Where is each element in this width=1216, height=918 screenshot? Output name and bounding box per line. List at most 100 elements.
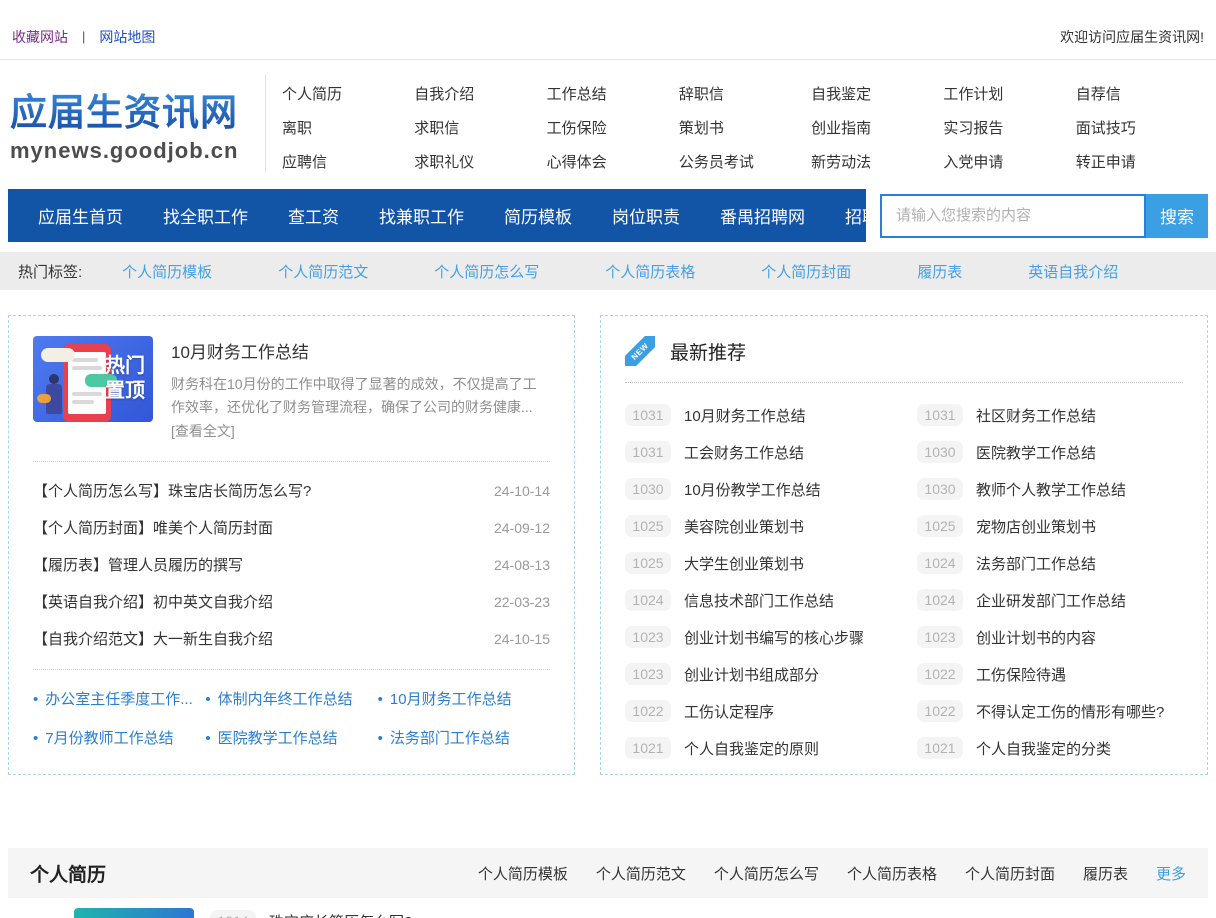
recommend-link[interactable]: 宠物店创业策划书 [976, 516, 1096, 537]
navbar-item[interactable]: 番禺招聘网 [700, 203, 825, 228]
recommend-link[interactable]: 教师个人教学工作总结 [976, 479, 1126, 500]
hot-tag-link[interactable]: 个人简历表格 [605, 261, 695, 282]
hot-top-thumbnail[interactable]: 热门 置顶 [33, 336, 153, 422]
header-category-link[interactable]: 实习报告 [943, 112, 1075, 146]
header-category-link[interactable]: 创业指南 [811, 112, 943, 146]
hot-tag-label: 热门标签: [18, 261, 82, 282]
item-number-badge: 1021 [917, 737, 963, 759]
header-category-link[interactable]: 自荐信 [1076, 78, 1208, 112]
hot-tag-link[interactable]: 个人简历封面 [761, 261, 851, 282]
recommend-link[interactable]: 企业研发部门工作总结 [976, 590, 1126, 611]
recommend-link[interactable]: 10月份教学工作总结 [684, 479, 821, 500]
header-category-link[interactable]: 新劳动法 [811, 146, 943, 180]
recommend-link[interactable]: 工伤保险待遇 [976, 664, 1066, 685]
navbar-item[interactable]: 查工资 [268, 203, 359, 228]
recommend-link[interactable]: 工会财务工作总结 [684, 442, 804, 463]
header-category-link[interactable]: 策划书 [679, 112, 811, 146]
recommend-item: 1021 个人自我鉴定的分类 [917, 736, 1183, 760]
hot-tag-link[interactable]: 履历表 [917, 261, 962, 282]
screen-line [72, 392, 102, 396]
latest-recommend-card: NEW 最新推荐 1031 10月财务工作总结 1031 工会财务工 [600, 315, 1208, 775]
header-category-link[interactable]: 辞职信 [679, 78, 811, 112]
header-category-link[interactable]: 工作计划 [943, 78, 1075, 112]
related-tag-link[interactable]: 体制内年终工作总结 [205, 688, 377, 709]
more-link[interactable]: 更多 [1156, 863, 1186, 884]
article-link[interactable]: 【履历表】管理人员履历的撰写 [33, 554, 243, 575]
resume-item-link[interactable]: 珠宝店长简历怎么写? [269, 911, 412, 918]
navbar-item[interactable]: 找全职工作 [143, 203, 268, 228]
recommend-link[interactable]: 美容院创业策划书 [684, 516, 804, 537]
favorite-site-link[interactable]: 收藏网站 [12, 27, 68, 47]
resume-section-link[interactable]: 个人简历范文 [596, 863, 686, 884]
resume-section-link[interactable]: 个人简历模板 [478, 863, 568, 884]
article-link[interactable]: 【个人简历封面】唯美个人简历封面 [33, 517, 273, 538]
resume-first-row: 1014 珠宝店长简历怎么写? [8, 898, 1208, 918]
navbar-item[interactable]: 应届生首页 [18, 203, 143, 228]
hot-tag-link[interactable]: 个人简历怎么写 [434, 261, 539, 282]
related-tag-link[interactable]: 10月财务工作总结 [378, 688, 550, 709]
topbar-divider: | [82, 29, 85, 44]
read-more-link[interactable]: [查看全文] [171, 421, 235, 441]
resume-section-link[interactable]: 履历表 [1083, 863, 1128, 884]
related-tag-link[interactable]: 法务部门工作总结 [378, 727, 550, 748]
hot-tag-link[interactable]: 个人简历模板 [122, 261, 212, 282]
recommend-link[interactable]: 大学生创业策划书 [684, 553, 804, 574]
header-category-link[interactable]: 入党申请 [943, 146, 1075, 180]
search-input[interactable] [880, 194, 1146, 238]
header-category-link[interactable]: 转正申请 [1076, 146, 1208, 180]
header-category-link[interactable]: 公务员考试 [679, 146, 811, 180]
header-category-link[interactable]: 心得体会 [547, 146, 679, 180]
recommend-link[interactable]: 不得认定工伤的情形有哪些? [976, 701, 1164, 722]
navbar-item[interactable]: 简历模板 [484, 203, 592, 228]
article-row: 【自我介绍范文】大一新生自我介绍 24-10-15 [33, 620, 550, 657]
resume-item-thumbnail[interactable] [74, 908, 194, 918]
header-category-link[interactable]: 求职信 [414, 112, 546, 146]
related-tag-link[interactable]: 7月份教师工作总结 [33, 727, 205, 748]
resume-section-link[interactable]: 个人简历封面 [965, 863, 1055, 884]
article-link[interactable]: 【个人简历怎么写】珠宝店长简历怎么写? [33, 480, 311, 501]
recommend-link[interactable]: 创业计划书的内容 [976, 627, 1096, 648]
recommend-link[interactable]: 社区财务工作总结 [976, 405, 1096, 426]
sitemap-link[interactable]: 网站地图 [99, 27, 155, 47]
header-category-link[interactable]: 个人简历 [282, 78, 414, 112]
recommend-link[interactable]: 10月财务工作总结 [684, 405, 806, 426]
header-category-link[interactable]: 工作总结 [547, 78, 679, 112]
hot-tag-link[interactable]: 个人简历范文 [278, 261, 368, 282]
recommend-item: 1025 大学生创业策划书 [625, 551, 891, 575]
navbar-item[interactable]: 岗位职责 [592, 203, 700, 228]
navbar-item[interactable]: 找兼职工作 [359, 203, 484, 228]
resume-section-link[interactable]: 个人简历表格 [847, 863, 937, 884]
hot-tag-link[interactable]: 英语自我介绍 [1028, 261, 1118, 282]
search-button[interactable]: 搜索 [1146, 194, 1208, 238]
header-category-link[interactable]: 应聘信 [282, 146, 414, 180]
article-link[interactable]: 【自我介绍范文】大一新生自我介绍 [33, 628, 273, 649]
recommend-link[interactable]: 工伤认定程序 [684, 701, 774, 722]
article-link[interactable]: 【英语自我介绍】初中英文自我介绍 [33, 591, 273, 612]
main-content: 热门 置顶 10月财务工作总结 财务科在10月份的工作中取得了显著的成效，不仅提… [8, 315, 1208, 775]
header-category-link[interactable]: 自我介绍 [414, 78, 546, 112]
recommend-item: 1024 企业研发部门工作总结 [917, 588, 1183, 612]
featured-title[interactable]: 10月财务工作总结 [171, 338, 550, 363]
item-number-badge: 1030 [917, 478, 963, 500]
resume-section-link[interactable]: 个人简历怎么写 [714, 863, 819, 884]
header-category-link[interactable]: 离职 [282, 112, 414, 146]
header-category-link[interactable]: 自我鉴定 [811, 78, 943, 112]
new-ribbon-icon: NEW [625, 336, 655, 366]
recommend-link[interactable]: 创业计划书组成部分 [684, 664, 819, 685]
item-number-badge: 1025 [625, 515, 671, 537]
header-category-link[interactable]: 面试技巧 [1076, 112, 1208, 146]
related-tag-link[interactable]: 办公室主任季度工作... [33, 688, 205, 709]
recommend-item: 1031 10月财务工作总结 [625, 403, 891, 427]
recommend-item: 1021 个人自我鉴定的原则 [625, 736, 891, 760]
recommend-link[interactable]: 信息技术部门工作总结 [684, 590, 834, 611]
site-logo[interactable]: 应届生资讯网 mynews.goodjob.cn [8, 74, 265, 172]
related-tag-link[interactable]: 医院教学工作总结 [205, 727, 377, 748]
header-category-link[interactable]: 求职礼仪 [414, 146, 546, 180]
recommend-link[interactable]: 创业计划书编写的核心步骤 [684, 627, 864, 648]
recommend-link[interactable]: 医院教学工作总结 [976, 442, 1096, 463]
header-category-link[interactable]: 工伤保险 [547, 112, 679, 146]
recommend-link[interactable]: 个人自我鉴定的原则 [684, 738, 819, 759]
person-shape [49, 374, 59, 384]
recommend-link[interactable]: 个人自我鉴定的分类 [976, 738, 1111, 759]
recommend-link[interactable]: 法务部门工作总结 [976, 553, 1096, 574]
